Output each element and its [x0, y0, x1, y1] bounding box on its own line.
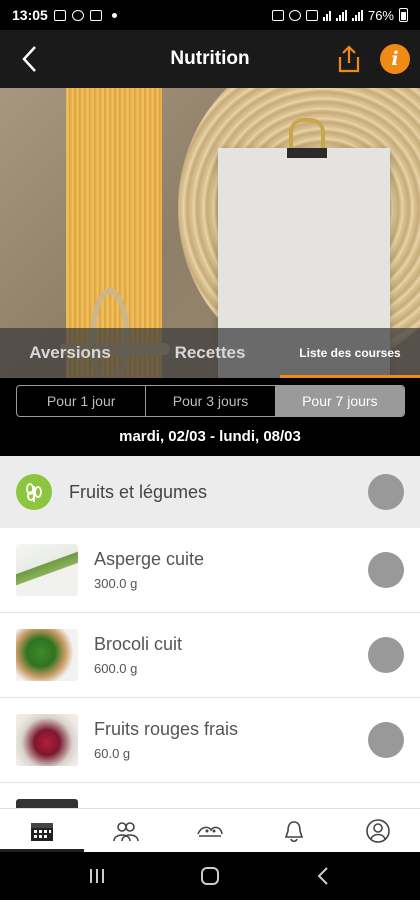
profile-icon [366, 818, 390, 843]
battery-percent: 76% [367, 7, 394, 23]
home-button[interactable] [190, 861, 230, 891]
category-check-toggle[interactable] [368, 474, 404, 510]
list-item[interactable]: Fruits rouges frais 60.0 g [0, 698, 420, 783]
mail-notification-icon [89, 9, 102, 21]
item-check-toggle[interactable] [368, 552, 404, 588]
period-selector-area: Pour 1 jour Pour 3 jours Pour 7 jours ma… [0, 378, 420, 456]
wifi-icon [322, 10, 331, 21]
system-back-button[interactable] [303, 861, 343, 891]
list-item[interactable]: Brocoli cuit 600.0 g [0, 613, 420, 698]
signal-2-icon [351, 9, 363, 21]
share-button[interactable] [334, 43, 364, 75]
item-check-toggle[interactable] [368, 637, 404, 673]
gallery-notification-icon [53, 9, 66, 21]
facebook-notification-icon [71, 9, 84, 21]
status-bar: 13:05 76% [0, 0, 420, 30]
info-button[interactable]: i [380, 44, 410, 74]
item-name: Fruits rouges frais [94, 719, 239, 739]
nav-notifications[interactable] [252, 809, 336, 852]
bluetooth-icon [288, 9, 301, 21]
item-name: Brocoli cuit [94, 634, 183, 654]
period-3-days-button[interactable]: Pour 3 jours [146, 386, 276, 416]
nav-coaching[interactable] [168, 809, 252, 852]
binder-clip-bar-image [287, 148, 327, 158]
notifications-icon [284, 820, 304, 842]
vegetable-icon [16, 474, 52, 510]
nav-community[interactable] [84, 809, 168, 852]
broccoli-thumbnail [16, 629, 78, 681]
item-check-toggle[interactable] [368, 722, 404, 758]
recent-apps-icon [89, 869, 104, 883]
back-button[interactable] [14, 43, 44, 75]
android-nav-bar [0, 852, 420, 900]
tab-liste-des-courses[interactable]: Liste des courses [280, 328, 420, 378]
period-7-days-button[interactable]: Pour 7 jours [275, 386, 404, 416]
bottom-nav [0, 808, 420, 852]
community-icon [113, 821, 139, 841]
share-icon [338, 45, 360, 73]
asparagus-thumbnail [16, 544, 78, 596]
system-back-icon [317, 867, 329, 885]
app-header: Nutrition i [0, 30, 420, 88]
item-thumbnail [16, 799, 78, 808]
battery-icon [399, 8, 408, 22]
category-header[interactable]: Fruits et légumes [0, 456, 420, 528]
list-item[interactable]: Asperge cuite 300.0 g [0, 528, 420, 613]
item-name: Asperge cuite [94, 549, 205, 569]
status-time: 13:05 [12, 7, 48, 23]
signal-icon [335, 9, 347, 21]
item-quantity: 60.0 g [94, 746, 131, 761]
period-1-day-button[interactable]: Pour 1 jour [17, 386, 147, 416]
berries-thumbnail [16, 714, 78, 766]
tab-bar: Aversions Recettes Liste des courses [0, 328, 420, 378]
recent-apps-button[interactable] [77, 861, 117, 891]
page-title: Nutrition [170, 48, 250, 69]
nav-profile[interactable] [336, 809, 420, 852]
list-item-partial[interactable] [0, 783, 420, 808]
item-quantity: 600.0 g [94, 661, 138, 676]
item-quantity: 300.0 g [94, 576, 138, 591]
coaching-icon [197, 826, 223, 837]
info-icon: i [391, 48, 399, 70]
nav-calendar[interactable] [0, 809, 84, 852]
tab-aversions[interactable]: Aversions [0, 328, 140, 378]
shopping-list: Fruits et légumes Asperge cuite 300.0 g … [0, 456, 420, 808]
period-segmented-control: Pour 1 jour Pour 3 jours Pour 7 jours [16, 385, 405, 417]
volte-icon [305, 9, 318, 21]
home-icon [200, 867, 219, 885]
alarm-icon [271, 9, 284, 21]
more-notifications-icon [111, 12, 117, 18]
category-label: Fruits et légumes [69, 481, 208, 502]
tab-recettes[interactable]: Recettes [140, 328, 280, 378]
back-arrow-icon [22, 46, 36, 72]
binder-clip-image [289, 118, 325, 152]
calendar-icon [31, 822, 53, 841]
date-range: mardi, 02/03 - lundi, 08/03 [119, 428, 301, 445]
